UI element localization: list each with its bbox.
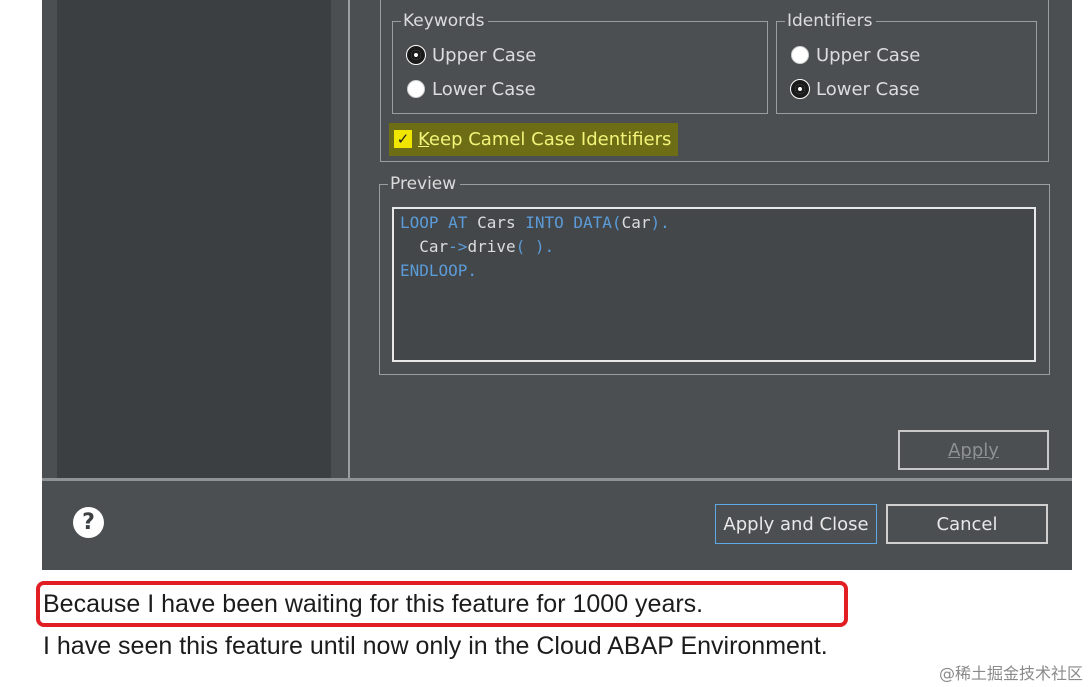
identifiers-group: Identifiers Upper Case Lower Case bbox=[776, 11, 1037, 114]
identifiers-lower-case-radio[interactable]: Lower Case bbox=[790, 77, 920, 101]
radio-label: Lower Case bbox=[816, 78, 920, 100]
checkbox-checked-icon[interactable]: ✓ bbox=[394, 130, 412, 148]
radio-unselected-icon[interactable] bbox=[407, 80, 425, 98]
preview-code-area[interactable]: LOOP AT Cars INTO DATA(Car). Car->drive(… bbox=[392, 207, 1036, 362]
radio-unselected-icon[interactable] bbox=[791, 46, 809, 64]
tree-divider[interactable] bbox=[348, 0, 350, 478]
apply-and-close-button[interactable]: Apply and Close bbox=[715, 504, 877, 544]
radio-label: Lower Case bbox=[432, 78, 536, 100]
note-line-2: I have seen this feature until now only … bbox=[43, 632, 828, 660]
identifiers-upper-case-radio[interactable]: Upper Case bbox=[791, 43, 920, 67]
footer-separator bbox=[42, 478, 1072, 481]
formatter-frame-left-edge bbox=[380, 0, 381, 162]
apply-button[interactable]: Apply bbox=[898, 430, 1049, 470]
keywords-legend: Keywords bbox=[401, 11, 489, 31]
formatter-frame-right-edge bbox=[1048, 0, 1049, 162]
code-line-2: Car->drive( ). bbox=[419, 237, 555, 256]
preview-legend: Preview bbox=[388, 174, 461, 194]
radio-selected-icon[interactable] bbox=[406, 45, 426, 65]
keywords-upper-case-radio[interactable]: Upper Case bbox=[406, 43, 537, 67]
keywords-lower-case-radio[interactable]: Lower Case bbox=[407, 77, 536, 101]
keywords-group: Keywords Upper Case Lower Case bbox=[392, 11, 768, 114]
radio-selected-icon[interactable] bbox=[790, 79, 810, 99]
help-icon[interactable]: ? bbox=[73, 507, 104, 538]
identifiers-legend: Identifiers bbox=[785, 11, 877, 31]
checkbox-label: Keep Camel Case Identifiers bbox=[418, 128, 672, 150]
formatter-frame-bottom-edge bbox=[380, 161, 1049, 162]
code-line-3: ENDLOOP. bbox=[400, 261, 478, 280]
watermark: @稀土掘金技术社区 bbox=[938, 664, 1083, 683]
note-line-1: Because I have been waiting for this fea… bbox=[43, 590, 704, 618]
cancel-button[interactable]: Cancel bbox=[886, 504, 1048, 544]
radio-label: Upper Case bbox=[432, 44, 537, 66]
radio-label: Upper Case bbox=[816, 44, 921, 66]
code-line-1: LOOP AT Cars INTO DATA(Car). bbox=[400, 213, 670, 232]
preferences-tree-panel[interactable] bbox=[57, 0, 331, 478]
keep-camel-case-checkbox[interactable]: ✓ Keep Camel Case Identifiers bbox=[394, 127, 671, 151]
